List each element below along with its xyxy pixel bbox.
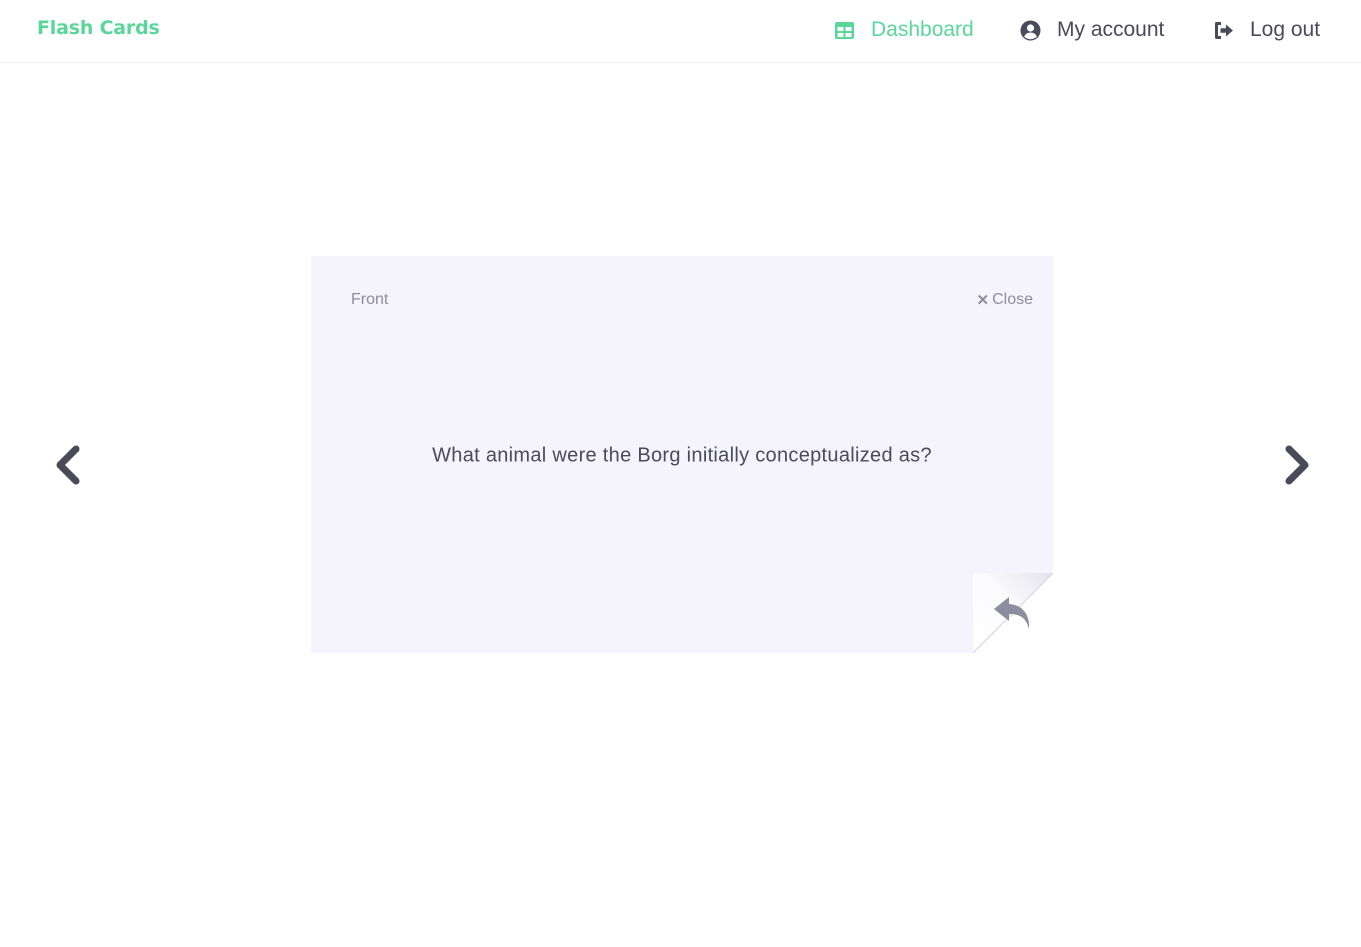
reply-icon	[994, 597, 1030, 629]
nav-dashboard-label: Dashboard	[871, 18, 974, 41]
chevron-left-icon	[56, 445, 80, 485]
close-icon: ✕	[976, 292, 990, 309]
previous-card-button[interactable]	[48, 443, 88, 487]
user-circle-icon	[1020, 20, 1041, 40]
flash-card[interactable]: Front ✕ Close What animal were the Borg …	[311, 256, 1054, 654]
nav-log-out-label: Log out	[1250, 18, 1321, 41]
nav-my-account-label: My account	[1057, 18, 1165, 41]
navbar: Flash Cards Dashboard My account Log out	[0, 0, 1361, 63]
nav-log-out[interactable]: Log out	[1213, 16, 1320, 44]
nav-my-account[interactable]: My account	[1020, 16, 1164, 44]
close-button[interactable]: ✕ Close	[977, 291, 1033, 309]
card-side-label: Front	[351, 291, 389, 308]
chevron-right-icon	[1285, 445, 1309, 485]
next-card-button[interactable]	[1277, 443, 1317, 487]
brand-logo[interactable]: Flash Cards	[37, 17, 160, 39]
sign-out-icon	[1215, 21, 1233, 39]
table-icon	[835, 21, 854, 39]
nav-dashboard[interactable]: Dashboard	[834, 16, 974, 44]
flip-card-button[interactable]	[972, 572, 1054, 654]
close-label: Close	[992, 291, 1033, 308]
card-question: What animal were the Borg initially conc…	[432, 444, 932, 467]
